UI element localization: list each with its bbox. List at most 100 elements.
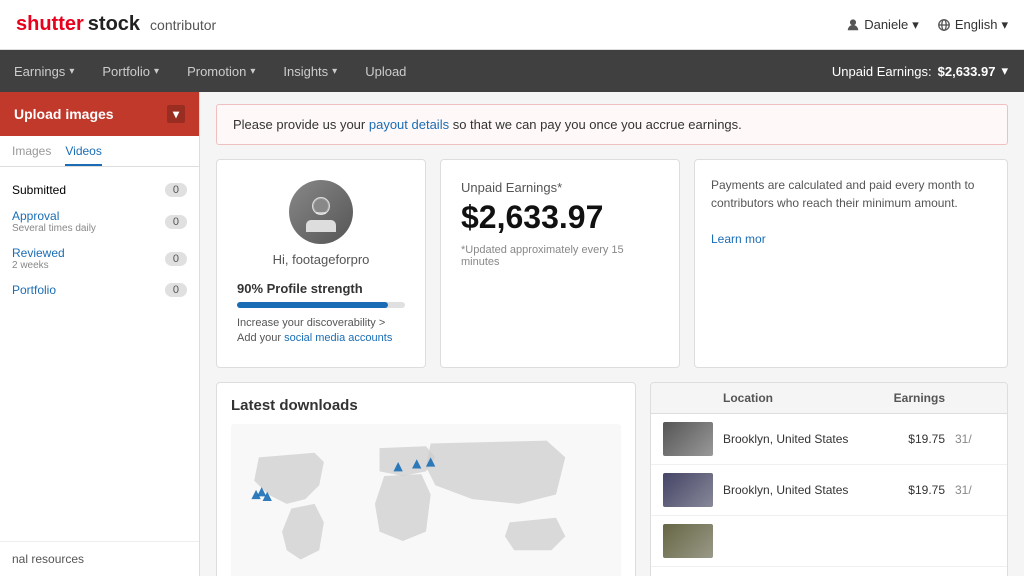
- upload-button[interactable]: Upload images ▾: [0, 92, 199, 136]
- main-content: Please provide us your payout details so…: [200, 92, 1024, 576]
- nav-promotion-label: Promotion: [187, 64, 246, 79]
- earnings-note: *Updated approximately every 15 minutes: [461, 244, 659, 268]
- main-layout: Upload images ▾ Images Videos Submitted …: [0, 92, 1024, 576]
- date-2: 31/: [955, 483, 995, 497]
- avatar-image: [289, 180, 353, 244]
- payout-details-link[interactable]: payout details: [369, 117, 449, 132]
- nav-upload[interactable]: Upload: [351, 50, 420, 92]
- world-map-svg: [231, 424, 621, 576]
- table-row: Brooklyn, United States $19.75 31/: [651, 465, 1007, 516]
- user-name: Daniele: [864, 17, 908, 32]
- col-header-date: [955, 391, 995, 405]
- profile-card: Hi, footageforpro 90% Profile strength I…: [216, 159, 426, 368]
- sidebar-item-submitted: Submitted 0: [0, 177, 199, 203]
- header: shutterstock contributor Daniele ▾ Engli…: [0, 0, 1024, 50]
- tab-videos[interactable]: Videos: [65, 144, 101, 166]
- user-menu[interactable]: Daniele ▾: [846, 17, 919, 33]
- language-menu[interactable]: English ▾: [937, 17, 1008, 33]
- navbar: Earnings ▾ Portfolio ▾ Promotion ▾ Insig…: [0, 50, 1024, 92]
- thumbnail-3: [663, 524, 713, 558]
- sidebar-tabs: Images Videos: [0, 136, 199, 167]
- approval-label[interactable]: Approval: [12, 209, 96, 223]
- greeting-text: Hi, footageforpro: [273, 252, 370, 267]
- earnings-card: Unpaid Earnings* $2,633.97 *Updated appr…: [440, 159, 680, 368]
- alert-text-after: so that we can pay you once you accrue e…: [449, 117, 742, 132]
- language-dropdown-arrow: ▾: [1001, 17, 1008, 33]
- earnings-amount: $2,633.97: [461, 199, 659, 236]
- location-2: Brooklyn, United States: [723, 483, 865, 497]
- globe-icon: [937, 18, 951, 32]
- nav-promotion[interactable]: Promotion ▾: [173, 50, 269, 92]
- sidebar-footer: nal resources: [0, 541, 199, 576]
- social-media-link[interactable]: social media accounts: [284, 332, 392, 344]
- nav-earnings[interactable]: Earnings ▾: [0, 50, 88, 92]
- nav-items: Earnings ▾ Portfolio ▾ Promotion ▾ Insig…: [0, 50, 420, 92]
- reviewed-count: 0: [165, 252, 187, 266]
- col-header-location: Location: [723, 391, 865, 405]
- table-row: [651, 516, 1007, 567]
- downloads-title: Latest downloads: [231, 397, 621, 414]
- header-right: Daniele ▾ English ▾: [846, 17, 1008, 33]
- tab-videos-label: Videos: [65, 144, 101, 158]
- dashboard-grid: Hi, footageforpro 90% Profile strength I…: [200, 145, 1024, 382]
- sidebar-item-approval: Approval Several times daily 0: [0, 203, 199, 240]
- sidebar-item-portfolio: Portfolio 0: [0, 277, 199, 303]
- submitted-label: Submitted: [12, 183, 66, 197]
- nav-earnings-label: Earnings: [14, 64, 65, 79]
- logo-shutter: shutter: [16, 13, 84, 36]
- nav-portfolio-arrow: ▾: [154, 66, 159, 77]
- unpaid-label: Unpaid Earnings:: [832, 64, 932, 79]
- profile-desc: Increase your discoverability > Add your…: [237, 316, 405, 347]
- nav-insights[interactable]: Insights ▾: [269, 50, 351, 92]
- downloads-table: Location Earnings Brooklyn, United State…: [650, 382, 1008, 576]
- alert-text-before: Please provide us your: [233, 117, 369, 132]
- alert-banner: Please provide us your payout details so…: [216, 104, 1008, 145]
- reviewed-label[interactable]: Reviewed: [12, 246, 65, 260]
- portfolio-count: 0: [165, 283, 187, 297]
- submitted-count: 0: [165, 183, 187, 197]
- col-header-image: [663, 391, 713, 405]
- sidebar: Upload images ▾ Images Videos Submitted …: [0, 92, 200, 576]
- avatar: [289, 180, 353, 244]
- unpaid-amount: $2,633.97: [938, 64, 996, 79]
- sidebar-items: Submitted 0 Approval Several times daily…: [0, 167, 199, 313]
- location-1: Brooklyn, United States: [723, 432, 865, 446]
- date-1: 31/: [955, 432, 995, 446]
- earnings-2: $19.75: [875, 483, 945, 497]
- sidebar-item-reviewed: Reviewed 2 weeks 0: [0, 240, 199, 277]
- strength-label: 90% Profile strength: [237, 281, 363, 296]
- user-icon: [846, 18, 860, 32]
- learn-more-link[interactable]: Learn mor: [711, 232, 766, 246]
- downloads-map-card: Latest downloads: [216, 382, 636, 576]
- earnings-title: Unpaid Earnings*: [461, 180, 659, 195]
- sidebar-footer-label: nal resources: [12, 552, 84, 566]
- table-header: Location Earnings: [651, 383, 1007, 414]
- nav-promotion-arrow: ▾: [250, 66, 255, 77]
- tab-images[interactable]: Images: [12, 144, 51, 166]
- upload-dropdown-icon: ▾: [167, 105, 185, 123]
- col-header-earnings: Earnings: [875, 391, 945, 405]
- downloads-section: Latest downloads: [200, 382, 1024, 576]
- logo-contributor: contributor: [150, 17, 216, 33]
- approval-count: 0: [165, 215, 187, 229]
- table-row: Brooklyn, United States $19.75 31/: [651, 414, 1007, 465]
- nav-portfolio[interactable]: Portfolio ▾: [88, 50, 173, 92]
- nav-insights-label: Insights: [283, 64, 328, 79]
- earnings-1: $19.75: [875, 432, 945, 446]
- language-label: English: [955, 17, 998, 32]
- unpaid-earnings-display[interactable]: Unpaid Earnings: $2,633.97 ▾: [816, 63, 1024, 79]
- tab-images-label: Images: [12, 144, 51, 158]
- map-container: [231, 424, 621, 576]
- nav-upload-label: Upload: [365, 64, 406, 79]
- nav-insights-arrow: ▾: [332, 66, 337, 77]
- portfolio-label[interactable]: Portfolio: [12, 283, 56, 297]
- progress-bar-fill: [237, 302, 388, 308]
- payments-text: Payments are calculated and paid every m…: [711, 176, 991, 212]
- approval-sublabel: Several times daily: [12, 223, 96, 234]
- user-dropdown-arrow: ▾: [912, 17, 919, 33]
- thumbnail-1: [663, 422, 713, 456]
- nav-portfolio-label: Portfolio: [102, 64, 150, 79]
- logo: shutterstock contributor: [16, 13, 216, 36]
- nav-earnings-arrow: ▾: [69, 66, 74, 77]
- logo-stock: stock: [88, 13, 140, 36]
